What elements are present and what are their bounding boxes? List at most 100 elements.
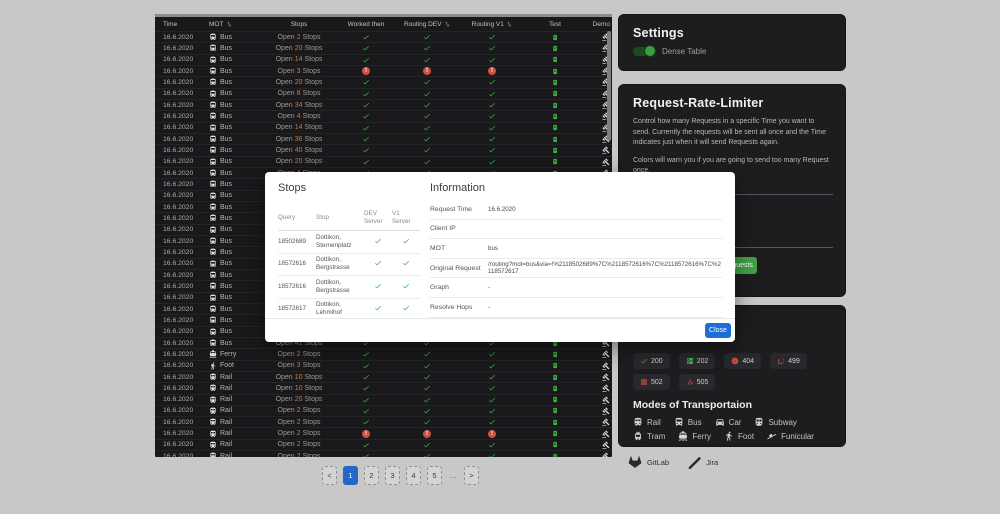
open-stops-link[interactable]: Open4Stops bbox=[263, 113, 335, 120]
open-stops-link[interactable]: Open20Stops bbox=[263, 158, 335, 165]
open-stops-link[interactable]: Open2Stops bbox=[263, 430, 335, 437]
test-action[interactable] bbox=[527, 33, 583, 42]
demo-action[interactable] bbox=[583, 396, 612, 404]
table-row[interactable]: 16.6.2020 Bus Open3Stops ! ! ! bbox=[155, 65, 612, 76]
table-row[interactable]: 16.6.2020 Rail Open2Stops bbox=[155, 450, 612, 457]
row-date: 16.6.2020 bbox=[155, 45, 205, 52]
demo-action[interactable] bbox=[583, 407, 612, 415]
demo-action[interactable] bbox=[583, 384, 612, 392]
demo-action[interactable] bbox=[583, 373, 612, 381]
open-stops-link[interactable]: Open2Stops bbox=[263, 441, 335, 448]
column-header-mot[interactable]: MOT bbox=[205, 21, 263, 28]
table-row[interactable]: 16.6.2020 Rail Open2Stops bbox=[155, 405, 612, 416]
test-action[interactable] bbox=[527, 395, 583, 404]
demo-action[interactable] bbox=[583, 418, 612, 426]
close-button[interactable]: Close bbox=[705, 323, 731, 338]
row-mot: Bus bbox=[205, 328, 263, 336]
demo-action[interactable] bbox=[583, 158, 612, 166]
open-stops-link[interactable]: Open2Stops bbox=[263, 419, 335, 426]
test-action[interactable] bbox=[527, 146, 583, 155]
table-row[interactable]: 16.6.2020 Rail Open10Stops bbox=[155, 371, 612, 382]
pagination-next[interactable]: > bbox=[464, 466, 479, 485]
table-row[interactable]: 16.6.2020 Bus Open20Stops bbox=[155, 76, 612, 87]
test-action[interactable] bbox=[527, 123, 583, 132]
open-stops-link[interactable]: Open2Stops bbox=[263, 351, 335, 358]
test-action[interactable] bbox=[527, 157, 583, 166]
column-header-routing-v1[interactable]: Routing V1 bbox=[457, 21, 527, 28]
vertical-scrollbar-thumb[interactable] bbox=[607, 31, 611, 141]
pagination-page-5[interactable]: 5 bbox=[427, 466, 442, 485]
open-stops-link[interactable]: Open2Stops bbox=[263, 453, 335, 457]
open-stops-link[interactable]: Open40Stops bbox=[263, 147, 335, 154]
table-row[interactable]: 16.6.2020 Bus Open8Stops bbox=[155, 88, 612, 99]
pagination-page-1[interactable]: 1 bbox=[343, 466, 358, 485]
test-action[interactable] bbox=[527, 44, 583, 53]
demo-action[interactable] bbox=[583, 362, 612, 370]
test-action[interactable] bbox=[527, 361, 583, 370]
pagination-prev[interactable]: < bbox=[322, 466, 337, 485]
table-row[interactable]: 16.6.2020 Bus Open34Stops bbox=[155, 99, 612, 110]
open-stops-link[interactable]: Open10Stops bbox=[263, 374, 335, 381]
table-row[interactable]: 16.6.2020 Bus Open36Stops bbox=[155, 133, 612, 144]
test-action[interactable] bbox=[527, 112, 583, 121]
table-row[interactable]: 16.6.2020 Rail Open10Stops bbox=[155, 382, 612, 393]
demo-action[interactable] bbox=[583, 441, 612, 449]
table-row[interactable]: 16.6.2020 Bus Open20Stops bbox=[155, 156, 612, 167]
open-stops-link[interactable]: Open8Stops bbox=[263, 90, 335, 97]
demo-action[interactable] bbox=[583, 350, 612, 358]
test-action[interactable] bbox=[527, 350, 583, 359]
test-action[interactable] bbox=[527, 452, 583, 457]
table-row[interactable]: 16.6.2020 Bus Open14Stops bbox=[155, 54, 612, 65]
open-stops-link[interactable]: Open20Stops bbox=[263, 396, 335, 403]
toggle-on-icon[interactable] bbox=[633, 47, 655, 56]
pagination-page-2[interactable]: 2 bbox=[364, 466, 379, 485]
test-action[interactable] bbox=[527, 101, 583, 110]
open-stops-link[interactable]: Open2Stops bbox=[263, 407, 335, 414]
open-stops-link[interactable]: Open10Stops bbox=[263, 385, 335, 392]
demo-action[interactable] bbox=[583, 452, 612, 457]
test-action[interactable] bbox=[527, 384, 583, 393]
test-action[interactable] bbox=[527, 135, 583, 144]
table-row[interactable]: 16.6.2020 Bus Open14Stops bbox=[155, 122, 612, 133]
table-row[interactable]: 16.6.2020 Foot Open3Stops bbox=[155, 360, 612, 371]
table-row[interactable]: 16.6.2020 Bus Open20Stops bbox=[155, 42, 612, 53]
dense-table-toggle-row[interactable]: Dense Table bbox=[633, 47, 831, 56]
table-row[interactable]: 16.6.2020 Bus Open40Stops bbox=[155, 144, 612, 155]
test-action[interactable] bbox=[527, 55, 583, 64]
test-action[interactable] bbox=[527, 429, 583, 438]
gitlab-link[interactable]: GitLab bbox=[628, 455, 669, 469]
horizontal-scrollbar[interactable] bbox=[155, 14, 612, 17]
routing-v1-status bbox=[457, 90, 527, 98]
open-stops-link[interactable]: Open36Stops bbox=[263, 136, 335, 143]
table-row[interactable]: 16.6.2020 Ferry Open2Stops bbox=[155, 348, 612, 359]
open-stops-link[interactable]: Open3Stops bbox=[263, 68, 335, 75]
test-icon bbox=[552, 135, 558, 144]
table-row[interactable]: 16.6.2020 Rail Open20Stops bbox=[155, 394, 612, 405]
test-action[interactable] bbox=[527, 406, 583, 415]
column-header-routing-dev[interactable]: Routing DEV bbox=[397, 21, 457, 28]
test-action[interactable] bbox=[527, 373, 583, 382]
open-stops-link[interactable]: Open14Stops bbox=[263, 56, 335, 63]
test-action[interactable] bbox=[527, 418, 583, 427]
table-row[interactable]: 16.6.2020 Rail Open2Stops bbox=[155, 439, 612, 450]
open-stops-link[interactable]: Open20Stops bbox=[263, 79, 335, 86]
demo-action[interactable] bbox=[583, 146, 612, 154]
open-stops-link[interactable]: Open34Stops bbox=[263, 102, 335, 109]
table-row[interactable]: 16.6.2020 Bus Open4Stops bbox=[155, 110, 612, 121]
open-stops-link[interactable]: Open14Stops bbox=[263, 124, 335, 131]
test-action[interactable] bbox=[527, 78, 583, 87]
jira-link[interactable]: Jira bbox=[687, 455, 718, 469]
open-stops-link[interactable]: Open2Stops bbox=[263, 34, 335, 41]
table-row[interactable]: 16.6.2020 Bus Open2Stops bbox=[155, 31, 612, 42]
open-stops-link[interactable]: Open3Stops bbox=[263, 362, 335, 369]
open-stops-link[interactable]: Open20Stops bbox=[263, 45, 335, 52]
table-row[interactable]: 16.6.2020 Rail Open2Stops bbox=[155, 416, 612, 427]
pagination-page-3[interactable]: 3 bbox=[385, 466, 400, 485]
test-action[interactable] bbox=[527, 67, 583, 76]
table-row[interactable]: 16.6.2020 Rail Open2Stops ! ! ! bbox=[155, 427, 612, 438]
pagination-page-4[interactable]: 4 bbox=[406, 466, 421, 485]
demo-action[interactable] bbox=[583, 430, 612, 438]
test-action[interactable] bbox=[527, 89, 583, 98]
test-action[interactable] bbox=[527, 440, 583, 449]
bus-icon bbox=[209, 260, 217, 268]
